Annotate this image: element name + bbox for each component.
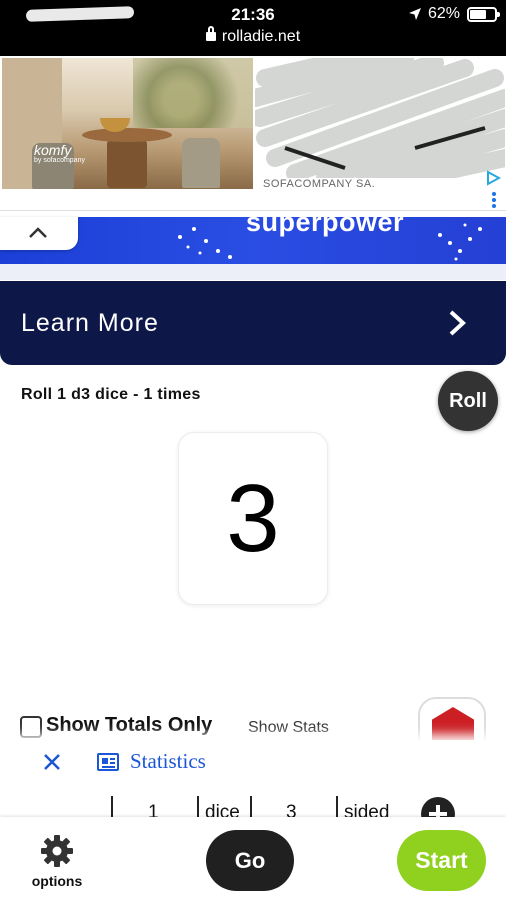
bottom-toolbar: options Go Start [0,817,506,900]
ad-banner[interactable]: komfy by sofacompany SOFACOMPANY SA. [0,56,506,211]
battery-icon [467,7,500,22]
location-arrow-icon [409,8,421,20]
adchoices-icon[interactable] [485,170,501,186]
close-icon[interactable] [42,752,62,772]
sides-count[interactable]: 3 [286,802,297,818]
status-bar: 21:36 rolladie.net 62% [0,0,506,56]
battery-percent: 62% [428,5,461,22]
divider [111,796,113,818]
ad-logo: komfy [34,142,72,158]
chevron-right-icon [449,310,466,336]
die-result-value: 3 [226,464,280,572]
go-button[interactable]: Go [206,830,294,891]
ad-redaction-scribble [255,58,505,178]
sides-label: sided [344,802,390,818]
chevron-up-icon [29,227,47,238]
gear-icon[interactable] [40,834,74,868]
newspaper-icon [97,753,119,771]
statistics-title[interactable]: Statistics [130,749,206,774]
start-button[interactable]: Start [397,830,486,891]
roll-button[interactable]: Roll [438,371,498,431]
dice-label: dice [205,802,240,818]
show-totals-checkbox[interactable] [20,716,42,738]
show-stats-link[interactable]: Show Stats [248,719,329,737]
address-bar[interactable]: rolladie.net [0,26,506,46]
divider [250,796,252,818]
learn-more-label: Learn More [21,309,159,337]
ad-furniture-photo[interactable]: komfy by sofacompany [2,58,253,189]
divider [336,796,338,818]
ad-strip-text: superpower [246,217,405,237]
ad-brand: SOFACOMPANY SA. [263,178,376,190]
options-label[interactable]: options [0,873,114,889]
ad-collapse-button[interactable] [0,217,78,250]
divider [197,796,199,818]
ad-menu-icon[interactable] [491,192,497,210]
roll-title: Roll 1 d3 dice - 1 times [21,386,201,403]
dice-count[interactable]: 1 [148,802,159,818]
lock-icon [205,26,216,41]
ad-strip-gap [0,264,506,280]
show-totals-label: Show Totals Only [46,714,213,736]
learn-more-banner[interactable]: Learn More [0,281,506,365]
die-result-card[interactable]: 3 [178,432,328,605]
url-text: rolladie.net [221,28,301,45]
ad-logo-sub: by sofacompany [34,157,85,164]
